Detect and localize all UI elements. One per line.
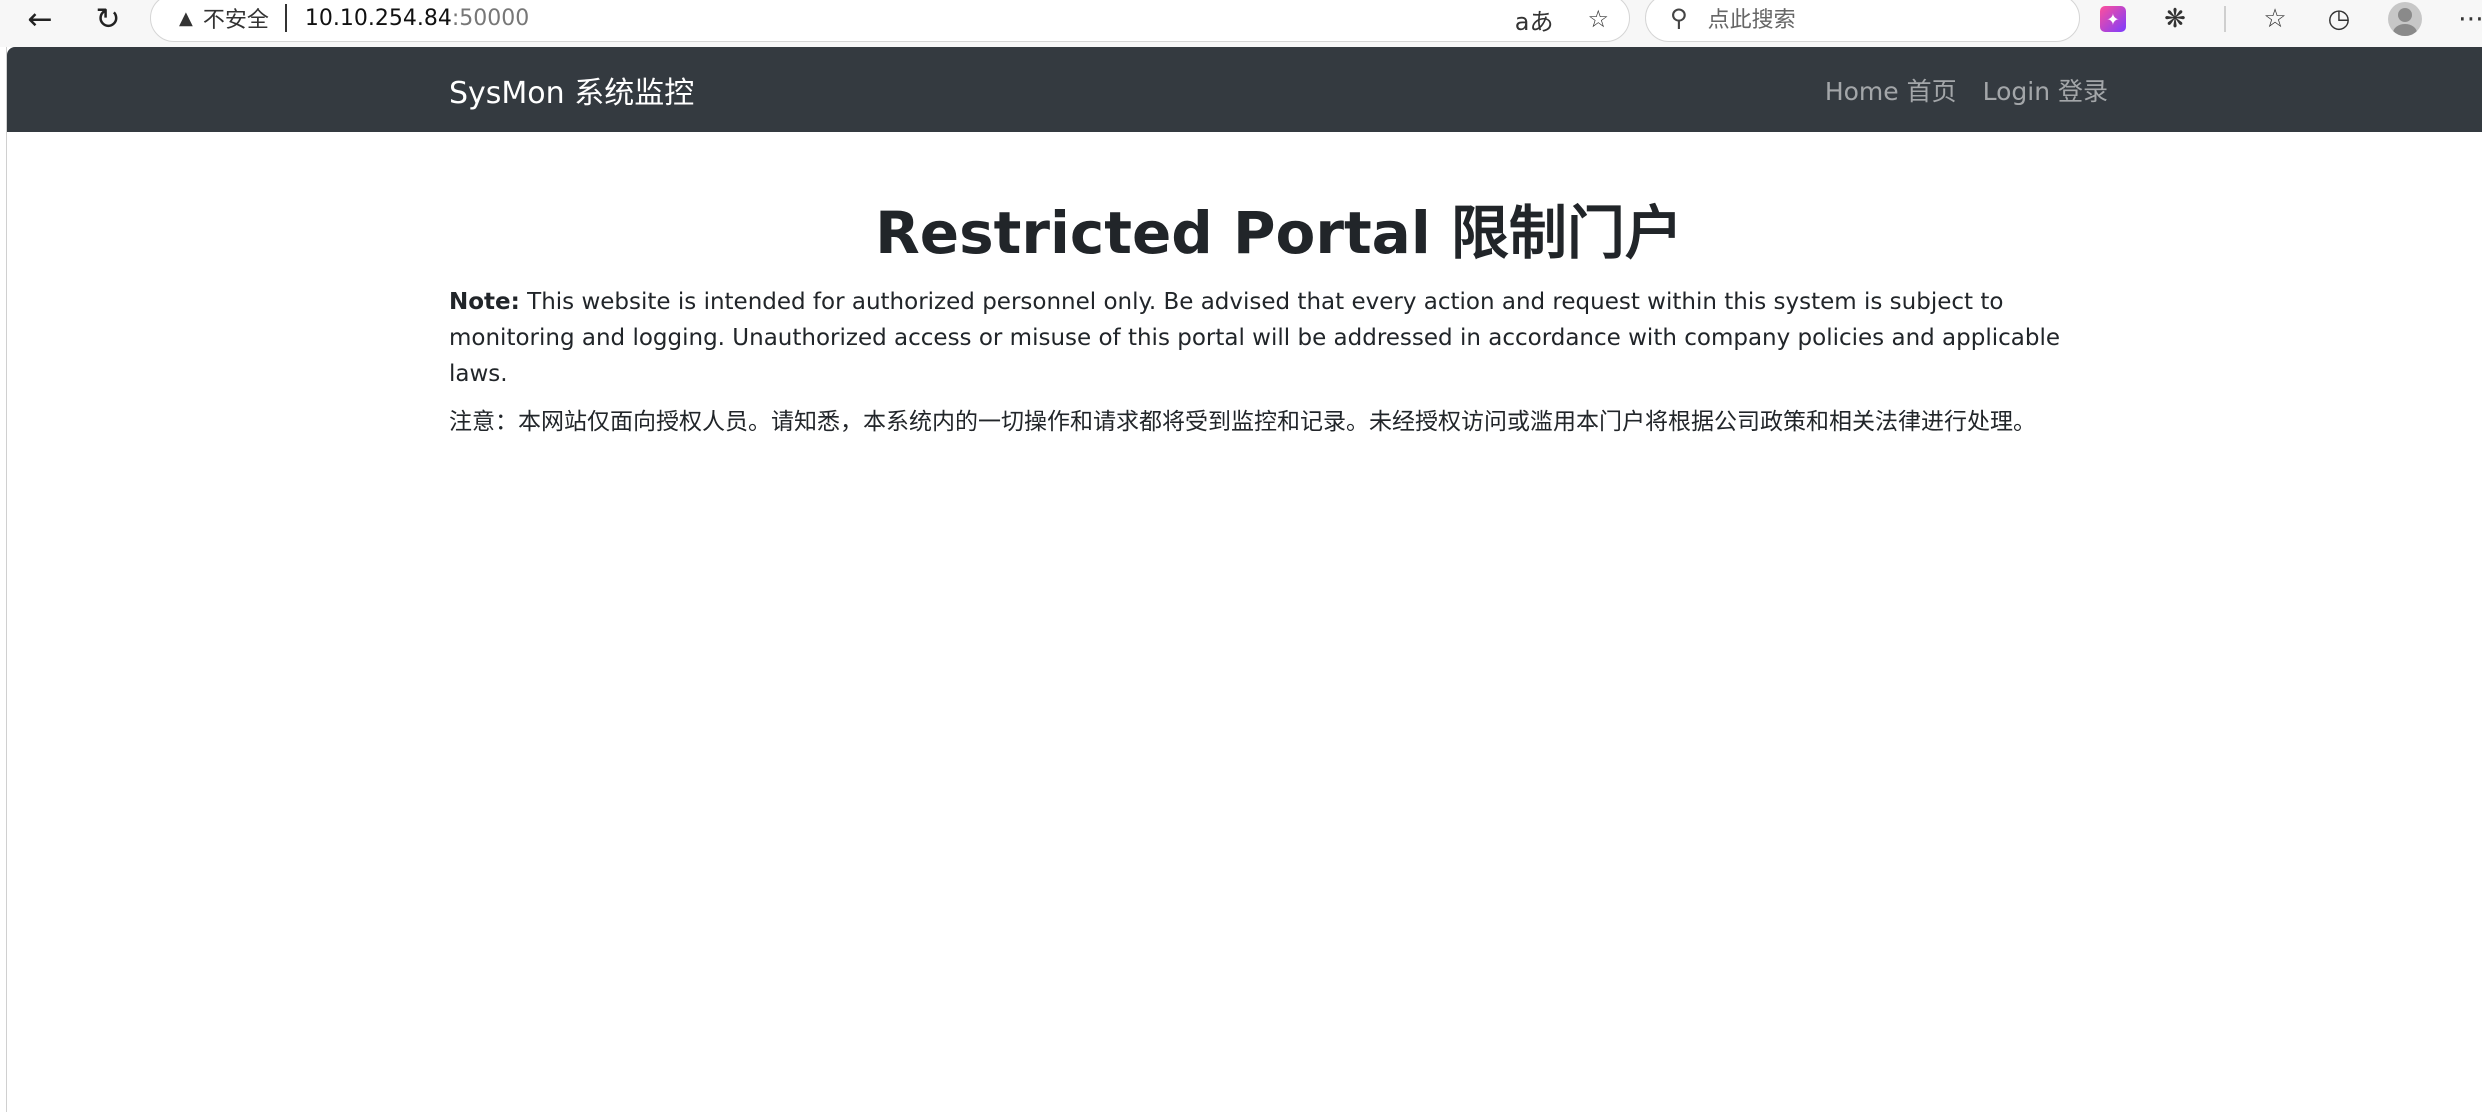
note-chinese: 注意：本网站仅面向授权人员。请知悉，本系统内的一切操作和请求都将受到监控和记录。…: [449, 408, 2036, 435]
address-bar[interactable]: ▲ 不安全 10.10.254.84 :50000 aあ ☆: [150, 0, 1630, 42]
nav-links: Home 首页 Login 登录: [1825, 47, 2108, 132]
site-navbar: SysMon 系统监控 Home 首页 Login 登录: [7, 47, 2482, 132]
favorite-star-icon[interactable]: ☆: [1587, 5, 1609, 33]
search-placeholder: 点此搜索: [1707, 8, 1796, 33]
nav-login-link[interactable]: Login 登录: [1983, 72, 2108, 108]
puzzle-extensions-icon[interactable]: ❋: [2160, 4, 2190, 34]
extension-icon[interactable]: ✦: [2100, 6, 2126, 32]
nav-home-link[interactable]: Home 首页: [1825, 72, 1957, 108]
url-port[interactable]: :50000: [452, 6, 529, 31]
address-bar-actions: aあ ☆: [1515, 0, 1609, 43]
reload-button[interactable]: ↻: [82, 0, 134, 38]
security-label[interactable]: 不安全: [203, 2, 269, 34]
extensions-area: ✦ ❋ ☆ ◷ ⋯: [2100, 0, 2482, 38]
translate-icon[interactable]: aあ: [1515, 2, 1554, 37]
address-separator: [284, 4, 287, 32]
main-content: Restricted Portal 限制门户 Note: This websit…: [449, 199, 2109, 440]
search-icon: ⚲: [1670, 4, 1688, 32]
favorites-icon[interactable]: ☆: [2260, 4, 2290, 34]
browser-search-box[interactable]: ⚲ 点此搜索: [1645, 0, 2080, 42]
page-title: Restricted Portal 限制门户: [875, 199, 1683, 267]
back-arrow-icon: ←: [27, 1, 53, 37]
profile-avatar[interactable]: [2388, 2, 2422, 36]
note-label: Note:: [449, 288, 520, 315]
more-menu-icon[interactable]: ⋯: [2456, 4, 2482, 34]
site-brand[interactable]: SysMon 系统监控: [449, 47, 694, 132]
url-host[interactable]: 10.10.254.84: [305, 6, 452, 31]
browser-toolbar: ← ↻ ▲ 不安全 10.10.254.84 :50000 aあ ☆ ⚲ 点此搜…: [0, 0, 2482, 47]
toolbar-separator: [2224, 6, 2226, 32]
warning-icon: ▲: [179, 7, 193, 29]
note-english-text: This website is intended for authorized …: [449, 288, 2061, 387]
note-english: Note: This website is intended for autho…: [449, 284, 2109, 392]
history-icon[interactable]: ◷: [2324, 4, 2354, 34]
reload-icon: ↻: [95, 1, 121, 37]
page-viewport: SysMon 系统监控 Home 首页 Login 登录 Restricted …: [6, 47, 2482, 1112]
back-button[interactable]: ←: [14, 0, 66, 38]
